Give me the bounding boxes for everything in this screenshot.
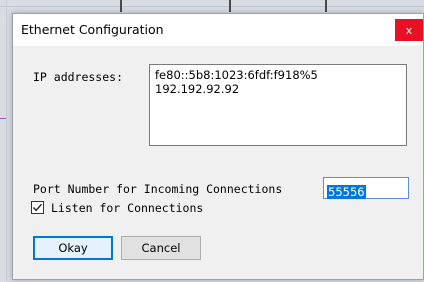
ip-address-item: fe80::5b8:1023:6fdf:f918%5 — [155, 68, 318, 82]
background-tick — [120, 0, 122, 12]
close-button[interactable]: x — [395, 19, 423, 41]
checkmark-icon — [32, 203, 43, 212]
port-number-value: 55556 — [327, 185, 366, 199]
ip-addresses-list[interactable]: fe80::5b8:1023:6fdf:f918%5 192.192.92.92 — [149, 64, 407, 146]
ip-address-item: 192.192.92.92 — [155, 82, 240, 96]
port-number-label: Port Number for Incoming Connections — [33, 182, 283, 196]
listen-checkbox[interactable] — [31, 201, 44, 214]
listen-checkbox-label[interactable]: Listen for Connections — [51, 201, 203, 215]
title-bar[interactable]: Ethernet Configuration x — [13, 14, 423, 46]
okay-button[interactable]: Okay — [33, 236, 113, 260]
background-grid-line — [0, 6, 424, 7]
ip-addresses-label: IP addresses: — [33, 70, 124, 84]
dialog-title: Ethernet Configuration — [21, 22, 164, 37]
background-grid-line — [6, 0, 7, 282]
close-icon: x — [405, 23, 413, 37]
background-tick — [325, 0, 327, 12]
ethernet-configuration-dialog: Ethernet Configuration x IP addresses: f… — [12, 13, 424, 280]
background-marker — [0, 118, 6, 119]
port-number-input[interactable]: 55556 — [323, 177, 409, 199]
cancel-button[interactable]: Cancel — [121, 236, 201, 260]
background-tick — [229, 0, 231, 12]
